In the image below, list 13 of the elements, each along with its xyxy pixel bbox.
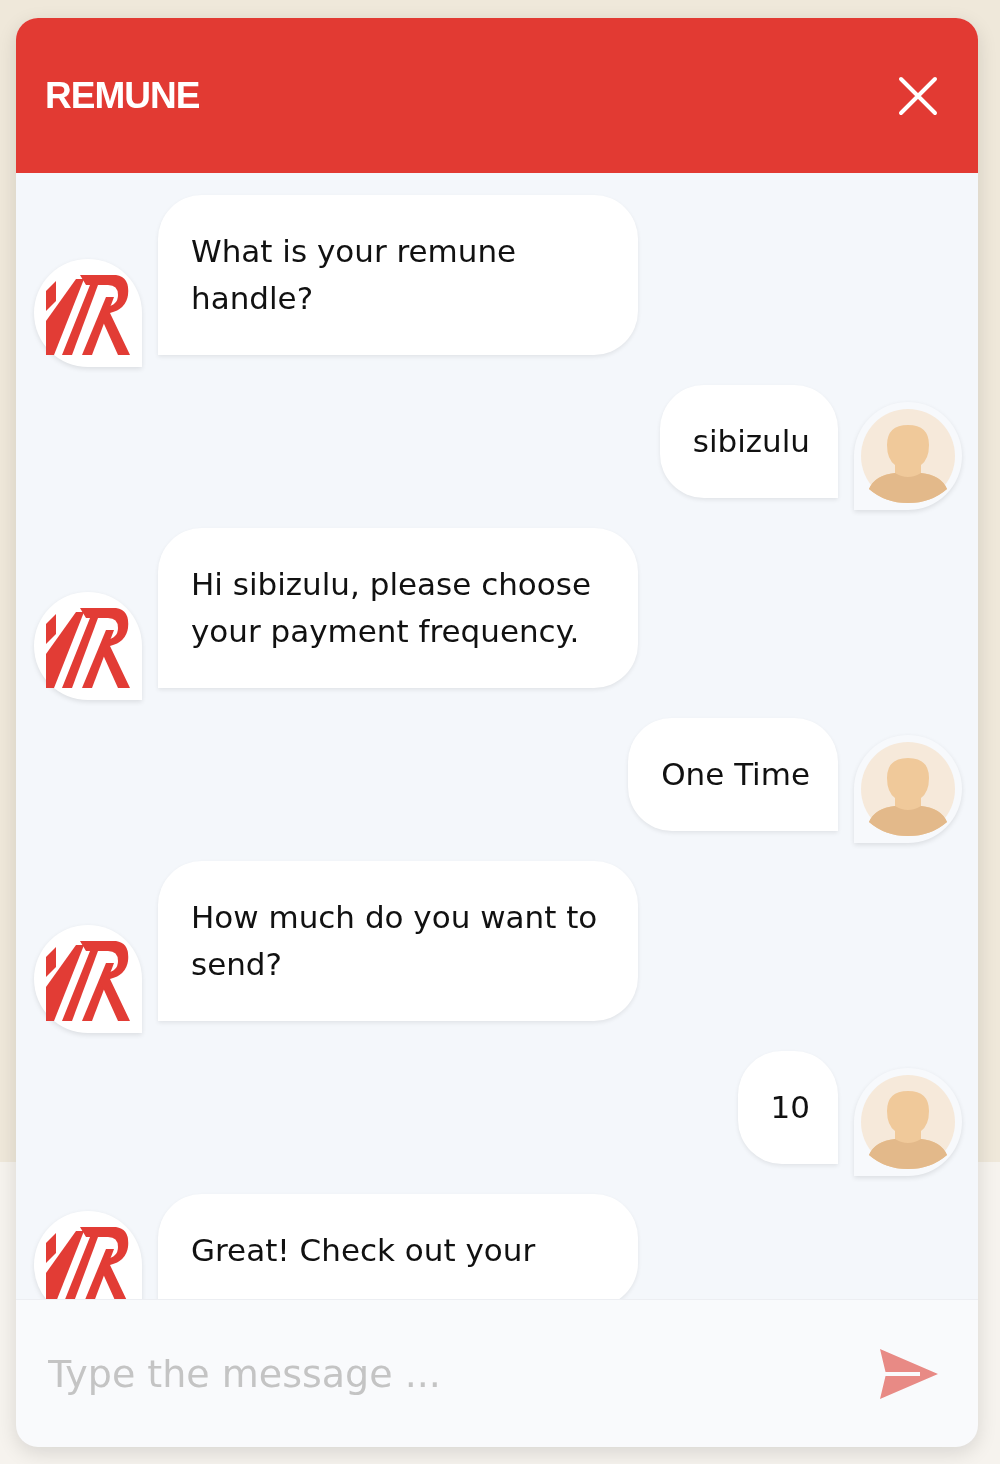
message-bubble: Great! Check out your [158, 1194, 638, 1299]
message-bubble: What is your remune handle? [158, 195, 638, 355]
send-button[interactable] [880, 1348, 938, 1399]
message-bubble: One Time [628, 718, 838, 831]
message-bubble: Hi sibizulu, please choose your payment frequency. [158, 528, 638, 688]
message-bubble: sibizulu [659, 385, 838, 498]
close-button[interactable] [898, 75, 938, 116]
close-icon [898, 75, 938, 116]
chat-title: REMUNE [45, 74, 200, 117]
message-bubble: How much do you want to send? [158, 861, 638, 1021]
message-input[interactable]: Type the message ... [46, 1350, 880, 1397]
message-bubble: 10 [737, 1051, 838, 1164]
send-icon [880, 1348, 938, 1399]
